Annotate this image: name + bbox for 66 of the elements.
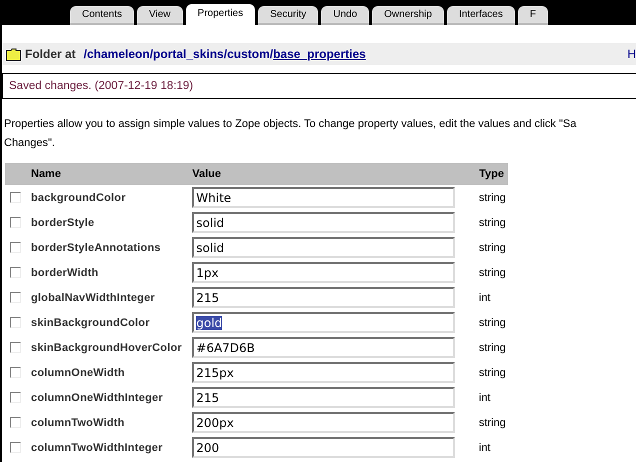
tab[interactable]: Ownership (372, 6, 444, 25)
checkbox[interactable] (10, 392, 21, 403)
value-field[interactable]: White (192, 187, 456, 208)
property-type: string (478, 192, 506, 204)
property-name: columnTwoWidth (31, 416, 125, 428)
tab[interactable]: Security (258, 6, 318, 25)
checkbox[interactable] (10, 442, 21, 453)
property-type: string (478, 416, 506, 428)
checkbox[interactable] (10, 417, 21, 428)
tab[interactable]: Interfaces (446, 6, 515, 25)
value-field[interactable]: 215 (192, 287, 456, 308)
checkbox[interactable] (10, 292, 21, 303)
property-name: borderStyleAnnotations (31, 242, 161, 254)
value-field[interactable]: 215px (192, 362, 456, 383)
property-name: columnTwoWidthInteger (31, 442, 163, 454)
property-name: skinBackgroundHoverColor (31, 342, 182, 354)
column-header: Type (479, 168, 504, 180)
help-link[interactable]: H (627, 47, 636, 61)
property-type: string (478, 366, 506, 378)
checkbox[interactable] (10, 317, 21, 328)
description-text: Properties allow you to assign simple values to Zope objects. To change property values, edit the values and click "Sa (4, 117, 578, 132)
path-link[interactable]: /chameleon (84, 47, 150, 61)
property-name: globalNavWidthInteger (31, 292, 155, 304)
value-field[interactable]: solid (192, 212, 456, 233)
checkbox[interactable] (10, 367, 21, 378)
property-name: borderStyle (31, 216, 94, 228)
checkbox[interactable] (10, 342, 21, 353)
path-link[interactable]: /custom (224, 47, 270, 61)
path-link[interactable]: base_properties (273, 47, 366, 61)
property-name: skinBackgroundColor (31, 316, 150, 328)
checkbox[interactable] (10, 192, 21, 203)
value-field[interactable]: 200px (192, 412, 456, 433)
tab[interactable]: View (137, 6, 183, 25)
checkbox[interactable] (10, 217, 21, 228)
description-text: Changes". (4, 136, 56, 151)
folder-icon (6, 48, 21, 60)
column-header: Value (192, 168, 222, 180)
value-field[interactable]: #6A7D6B (192, 337, 456, 358)
property-type: string (478, 216, 506, 228)
tab[interactable]: Undo (321, 6, 370, 25)
value-field[interactable]: 200 (192, 437, 456, 458)
value-field[interactable]: solid (192, 237, 456, 258)
property-type: string (478, 316, 506, 328)
location-label: Folder at (25, 47, 76, 61)
checkbox[interactable] (10, 242, 21, 253)
checkbox[interactable] (10, 267, 21, 278)
property-type: int (478, 392, 490, 404)
status-message: Saved changes. (2007-12-19 18:19) (2, 73, 636, 99)
property-name: columnOneWidth (31, 366, 125, 378)
property-type: string (478, 242, 506, 254)
property-name: columnOneWidthInteger (31, 392, 163, 404)
tab[interactable]: Properties (186, 4, 256, 25)
value-field[interactable]: gold (192, 312, 456, 333)
property-type: string (478, 342, 506, 354)
tab[interactable]: F (518, 6, 548, 25)
path-link[interactable]: / (270, 47, 274, 61)
property-name: backgroundColor (31, 192, 126, 204)
property-type: string (478, 266, 506, 278)
path-link[interactable]: /portal_skins (150, 47, 224, 61)
property-name: borderWidth (31, 266, 98, 278)
property-type: int (478, 292, 490, 304)
value-field[interactable]: 1px (192, 262, 456, 283)
column-header: Name (31, 168, 61, 180)
value-field[interactable]: 215 (192, 387, 456, 408)
property-type: int (478, 442, 490, 454)
tab[interactable]: Contents (70, 6, 134, 25)
